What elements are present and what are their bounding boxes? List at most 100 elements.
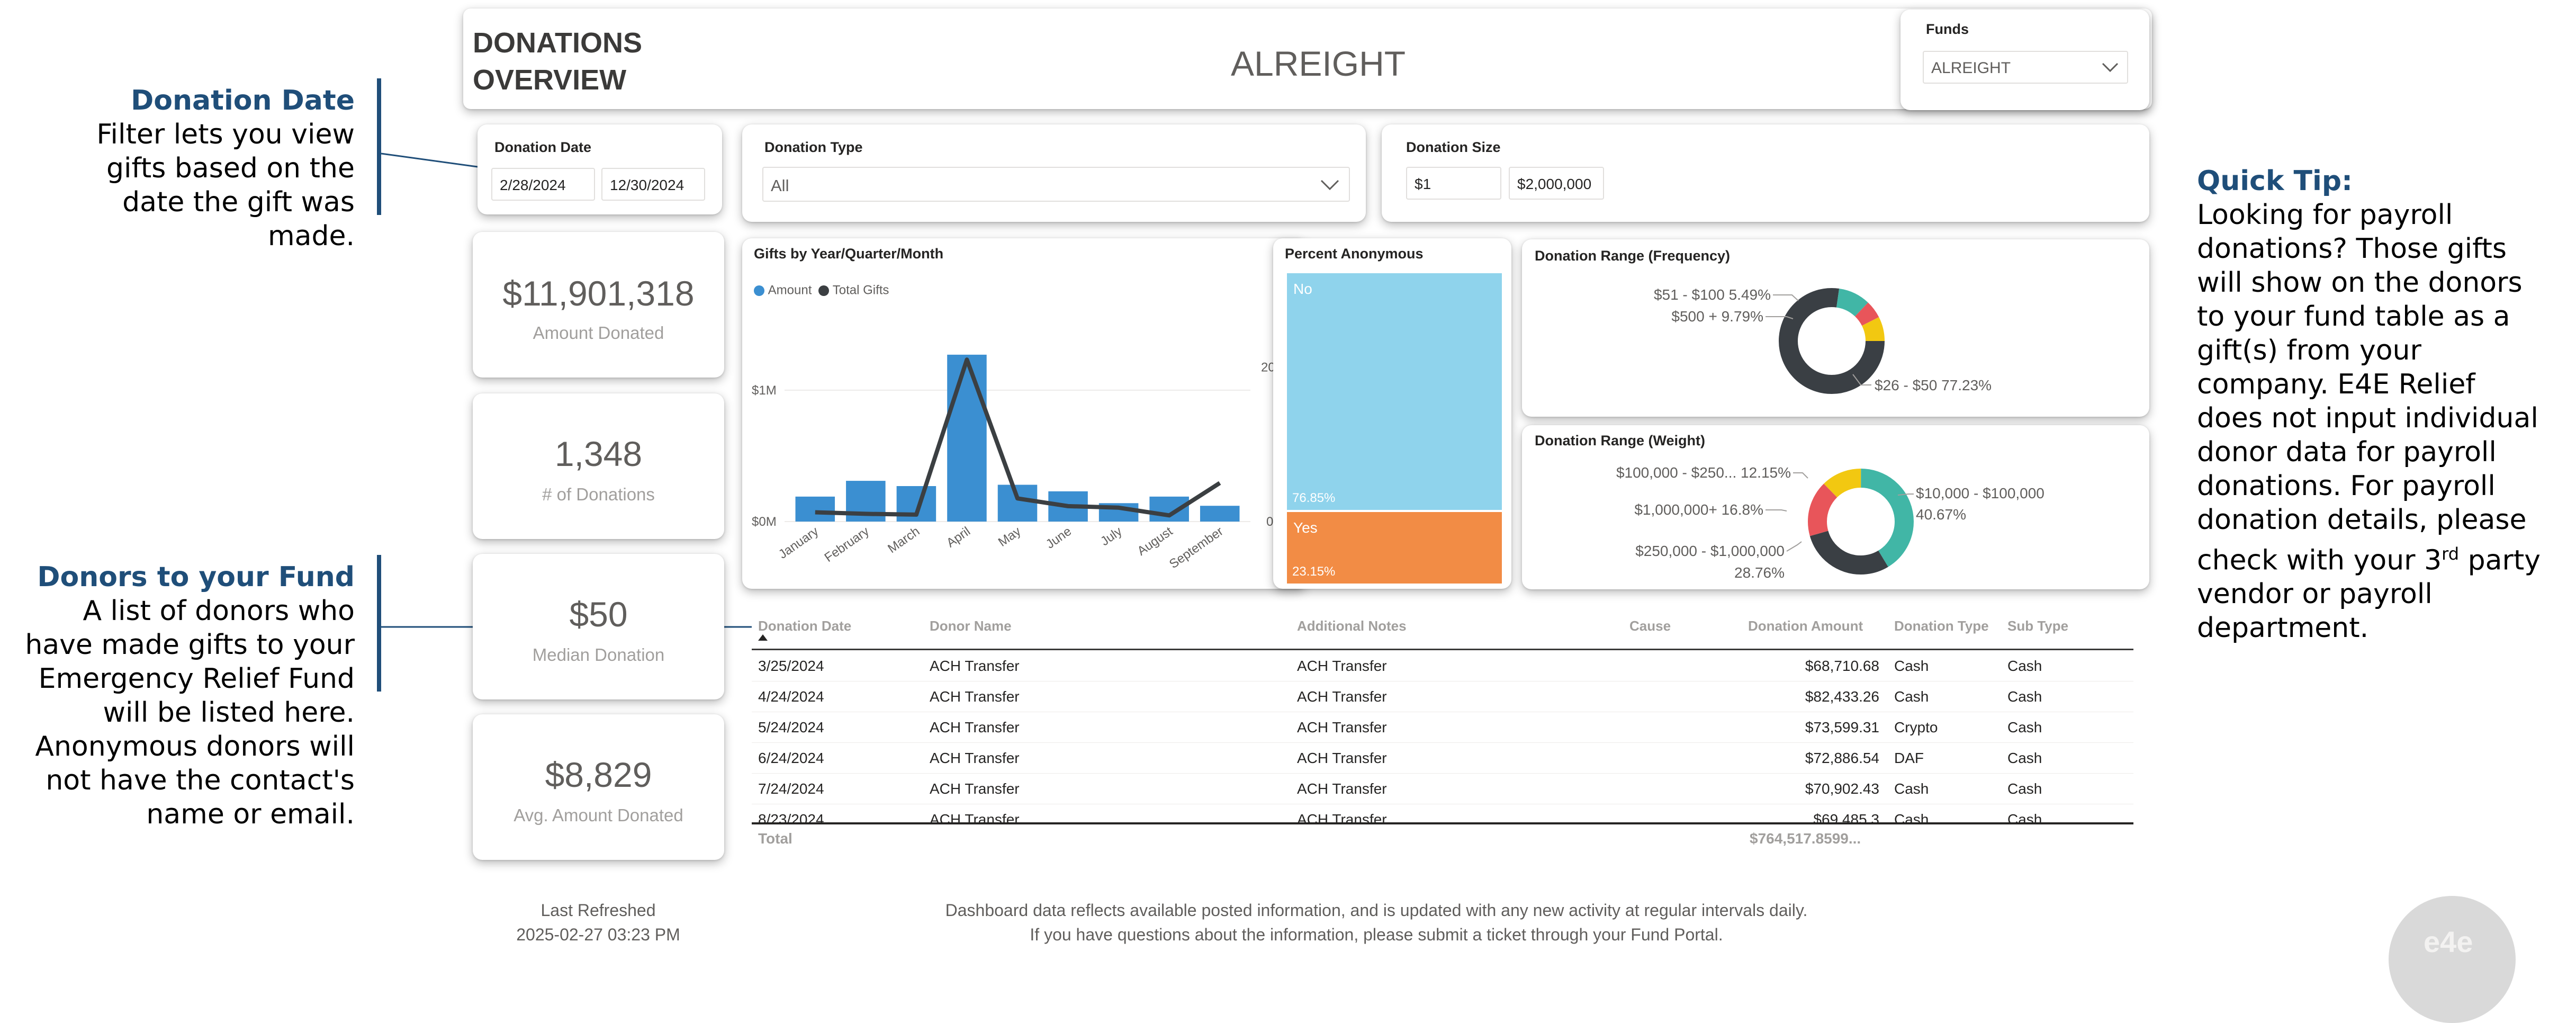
min-size-input[interactable]: $1: [1406, 167, 1501, 200]
table-cell: $68,710.68: [1805, 658, 1879, 674]
table-row[interactable]: 6/24/2024 ACH Transfer ACH Transfer $72,886…: [752, 742, 2133, 774]
weight-label-250k-1m: $250,000 - $1,000,000: [1635, 543, 1785, 559]
table-row[interactable]: 7/24/2024 ACH Transfer ACH Transfer $70,902…: [752, 773, 2133, 804]
tip-line: check with your 3rd party: [2197, 544, 2541, 577]
kpi-label: Avg. Amount Donated: [514, 805, 683, 825]
anonymous-no-segment[interactable]: No 76.85%: [1287, 273, 1502, 510]
table-cell: ACH Transfer: [1297, 719, 1387, 735]
x-tick-label: March: [885, 524, 922, 556]
x-tick-label: June: [1043, 524, 1074, 552]
table-cell: $73,599.31: [1805, 719, 1879, 735]
table-row[interactable]: 4/24/2024 ACH Transfer ACH Transfer $82,433…: [752, 681, 2133, 712]
date-connector-line: [381, 152, 478, 168]
weight-donut: [1808, 469, 1914, 575]
table-cell: ACH Transfer: [1297, 750, 1387, 766]
kpi-value: $8,829: [545, 755, 652, 794]
donation-size-filter: Donation Size $1 $2,000,000: [1382, 124, 2149, 222]
table-cell: 8/23/2024: [758, 811, 824, 822]
weight-donut-svg: $100,000 - $250... 12.15% $1,000,000+ 16…: [1616, 464, 2044, 581]
kpi-amount-donated: $11,901,318 Amount Donated: [473, 232, 724, 378]
kpi-value: $11,901,318: [502, 274, 695, 313]
donation-date-filter: Donation Date 2/28/2024 12/30/2024: [478, 124, 722, 214]
tip-line: vendor or payroll: [2197, 578, 2433, 611]
funds-dropdown-value: ALREIGHT: [1931, 59, 2011, 77]
sort-ascending-icon: [758, 634, 768, 641]
table-cell: 3/25/2024: [758, 658, 824, 674]
weight-label-1m-plus: $1,000,000+ 16.8%: [1634, 501, 1763, 518]
table-cell: ACH Transfer: [930, 811, 1020, 822]
amount-bar[interactable]: [947, 354, 987, 522]
col-header-notes[interactable]: Additional Notes: [1297, 618, 1407, 634]
kpi-median-donation: $50 Median Donation: [473, 554, 724, 699]
tip-line: Looking for payroll: [2197, 199, 2453, 231]
table-body: 3/25/2024 ACH Transfer ACH Transfer $68,710…: [752, 650, 2133, 822]
table-cell: ACH Transfer: [930, 688, 1020, 705]
donation-type-dropdown[interactable]: All: [762, 167, 1350, 202]
tip-line: donation details, please: [2197, 504, 2527, 536]
table-cell: ACH Transfer: [1297, 658, 1387, 674]
donation-type-filter: Donation Type All: [742, 124, 1366, 222]
amount-bar[interactable]: [1149, 496, 1189, 522]
anonymous-chart-title: Percent Anonymous: [1285, 246, 1424, 262]
table-cell: ACH Transfer: [930, 719, 1020, 735]
table-cell: Cash: [1894, 658, 1929, 674]
donation-type-label: Donation Type: [764, 139, 863, 155]
start-date-input[interactable]: 2/28/2024: [491, 168, 595, 201]
col-header-cause[interactable]: Cause: [1629, 618, 1671, 634]
x-tick-label: July: [1098, 524, 1124, 549]
kpi-donation-count: 1,348 # of Donations: [473, 393, 724, 539]
table-total-label: Total: [758, 830, 792, 847]
max-size-input[interactable]: $2,000,000: [1509, 167, 1604, 200]
amount-bar[interactable]: [997, 484, 1038, 522]
table-cell: Cash: [2007, 750, 2042, 766]
col-header-donor[interactable]: Donor Name: [930, 618, 1012, 634]
frequency-label-51-100: $51 - $100 5.49%: [1654, 286, 1771, 303]
table-cell: $69,485.3: [1813, 811, 1879, 822]
donation-type-value: All: [771, 176, 789, 195]
kpi-label: Amount Donated: [533, 323, 664, 343]
frequency-donut-svg: $51 - $100 5.49% $500 + 9.79% $26 - $50 …: [1654, 286, 1992, 394]
table-row[interactable]: 3/25/2024 ACH Transfer ACH Transfer $68,710…: [752, 650, 2133, 681]
table-cell: $72,886.54: [1805, 750, 1879, 766]
annotation-line: name or email.: [146, 798, 355, 830]
y-left-tick: $0M: [752, 515, 777, 529]
y-left-tick: $1M: [752, 383, 777, 398]
kpi-label: Median Donation: [532, 645, 665, 665]
gifts-chart-svg: $1M$0M2000January February March April May Ju…: [752, 354, 1282, 571]
last-refreshed-label: Last Refreshed: [541, 901, 656, 920]
anonymous-yes-segment[interactable]: Yes 23.15%: [1287, 512, 1502, 584]
tip-line: does not input individual: [2197, 402, 2538, 434]
x-tick-label: May: [996, 524, 1024, 550]
table-row[interactable]: 5/24/2024 ACH Transfer ACH Transfer $73,599…: [752, 712, 2133, 743]
donation-date-label: Donation Date: [494, 139, 592, 155]
quick-tip-title: Quick Tip:: [2197, 165, 2353, 197]
table-cell: Cash: [1894, 811, 1929, 822]
end-date-input[interactable]: 12/30/2024: [601, 168, 705, 201]
table-row[interactable]: 8/23/2024 ACH Transfer ACH Transfer $69,485…: [752, 804, 2133, 822]
segment-label-no: No: [1293, 281, 1312, 297]
disclaimer-line: Dashboard data reflects available posted…: [945, 901, 1808, 920]
chevron-down-icon: [2102, 62, 2119, 73]
amount-bar[interactable]: [795, 496, 835, 522]
segment-pct-yes: 23.15%: [1292, 564, 1336, 579]
y-right-tick: 0: [1266, 515, 1273, 529]
col-header-type[interactable]: Donation Type: [1894, 618, 1989, 634]
funds-dropdown[interactable]: ALREIGHT: [1923, 51, 2128, 84]
x-tick-label: February: [822, 524, 872, 565]
segment-pct-no: 76.85%: [1292, 491, 1336, 506]
frequency-chart-card: Donation Range (Frequency) $51 - $100 5.…: [1522, 239, 2149, 417]
table-total-divider: [752, 822, 2133, 824]
col-header-amount[interactable]: Donation Amount: [1748, 618, 1863, 634]
table-cell: 5/24/2024: [758, 719, 824, 735]
x-tick-label: August: [1134, 524, 1175, 559]
col-header-date[interactable]: Donation Date: [758, 618, 851, 634]
frequency-label-26-50: $26 - $50 77.23%: [1875, 377, 1992, 393]
table-cell: ACH Transfer: [1297, 780, 1387, 797]
table-cell: Cash: [2007, 658, 2042, 674]
amount-bar[interactable]: [1200, 506, 1240, 522]
col-header-subtype[interactable]: Sub Type: [2007, 618, 2068, 634]
table-cell: Cash: [2007, 780, 2042, 797]
table-cell: ACH Transfer: [930, 750, 1020, 766]
e4e-logo-badge: e4e: [2389, 896, 2516, 1023]
tip-line: to your fund table as a: [2197, 301, 2510, 333]
